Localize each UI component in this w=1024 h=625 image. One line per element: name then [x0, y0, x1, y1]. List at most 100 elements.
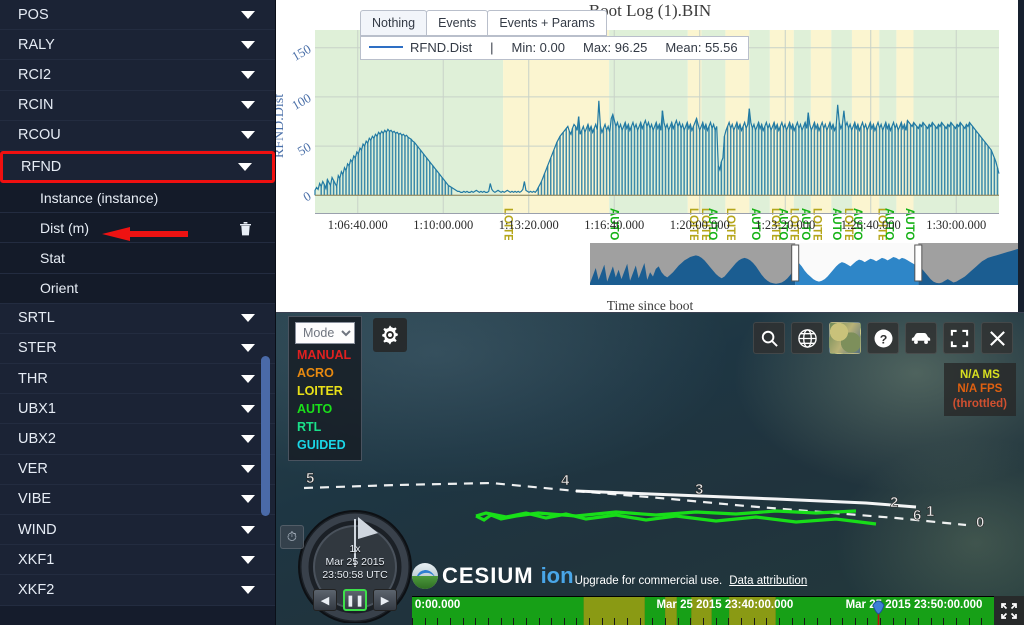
- x-axis-line: [315, 213, 999, 214]
- legend-line-swatch: [369, 46, 403, 48]
- chevron-down-icon[interactable]: [241, 11, 255, 19]
- chevron-down-icon[interactable]: [241, 495, 255, 503]
- chevron-down-icon[interactable]: [241, 131, 255, 139]
- legend-series-name: RFND.Dist: [410, 40, 472, 55]
- imagery-layer-icon[interactable]: [829, 322, 861, 354]
- sidebar-item-vibe[interactable]: VIBE: [0, 485, 275, 515]
- chevron-down-icon[interactable]: [241, 526, 255, 534]
- timeline-tick: [716, 618, 717, 625]
- sidebar-item-ver[interactable]: VER: [0, 455, 275, 485]
- cesium-map-panel[interactable]: 0123456 ModeMANUALACROLOITERAUTORTLGUIDE…: [276, 313, 1024, 625]
- mode-select[interactable]: ModeMANUALACROLOITERAUTORTLGUIDED: [295, 322, 355, 344]
- sidebar-item-label: XKF2: [18, 582, 54, 598]
- sidebar-item-label: Dist (m): [40, 220, 89, 236]
- timeline-tick: [539, 618, 540, 625]
- timeline-tick: [918, 618, 919, 625]
- play-reverse-button[interactable]: ◀: [313, 589, 337, 611]
- cesium-animation-clock[interactable]: 1x Mar 25 2015 23:50:58 UTC ◀ ❚❚ ▶: [296, 505, 414, 623]
- svg-text:?: ?: [879, 332, 887, 346]
- sidebar-item-thr[interactable]: THR: [0, 364, 275, 394]
- sidebar-item-xkf2[interactable]: XKF2: [0, 575, 275, 605]
- chevron-down-icon[interactable]: [241, 41, 255, 49]
- chevron-down-icon[interactable]: [238, 163, 252, 171]
- chevron-down-icon[interactable]: [241, 586, 255, 594]
- sidebar-item-label: STER: [18, 340, 57, 356]
- fullscreen-icon[interactable]: [943, 322, 975, 354]
- search-icon[interactable]: [753, 322, 785, 354]
- mode-legend-box[interactable]: ModeMANUALACROLOITERAUTORTLGUIDED MANUAL…: [288, 316, 362, 461]
- sidebar-item-rfnd[interactable]: RFND: [0, 151, 275, 183]
- close-icon[interactable]: [981, 322, 1013, 354]
- chevron-down-icon[interactable]: [241, 71, 255, 79]
- timeline-fullscreen-button[interactable]: [994, 596, 1024, 625]
- sidebar-item-raly[interactable]: RALY: [0, 30, 275, 60]
- chevron-down-icon[interactable]: [241, 375, 255, 383]
- chevron-down-icon[interactable]: [241, 435, 255, 443]
- legend-max: Max: 96.25: [583, 40, 647, 55]
- sidebar-scrollbar[interactable]: [261, 356, 270, 516]
- sidebar-item-stat[interactable]: Stat: [0, 243, 275, 273]
- timeline-tick: [905, 618, 906, 625]
- chevron-down-icon[interactable]: [241, 101, 255, 109]
- chart-range-selector[interactable]: [590, 243, 1024, 285]
- clock-date: Mar 25 2015: [296, 556, 414, 568]
- sidebar-item-orient[interactable]: Orient: [0, 274, 275, 304]
- event-display-tabs[interactable]: NothingEventsEvents + Params: [360, 10, 606, 36]
- waypoint-label-1: 1: [926, 503, 934, 520]
- pause-button[interactable]: ❚❚: [343, 589, 367, 611]
- data-attribution-link[interactable]: Data attribution: [729, 575, 807, 589]
- sidebar-item-instance-instance[interactable]: Instance (instance): [0, 183, 275, 213]
- chevron-down-icon[interactable]: [241, 314, 255, 322]
- timeline-tick: [475, 618, 476, 625]
- vehicle-icon[interactable]: [905, 322, 937, 354]
- sidebar-item-ster[interactable]: STER: [0, 334, 275, 364]
- perf-throttled: (throttled): [953, 397, 1007, 411]
- sidebar-item-label: Stat: [40, 250, 65, 266]
- telemetry-chart-panel: Boot Log (1).BIN NothingEventsEvents + P…: [276, 0, 1024, 313]
- chevron-down-icon[interactable]: [241, 405, 255, 413]
- sidebar-item-pos[interactable]: POS: [0, 0, 275, 30]
- trash-icon[interactable]: [239, 221, 251, 235]
- waypoint-label-4: 4: [561, 472, 570, 489]
- settings-gear-button[interactable]: [373, 318, 407, 352]
- cesium-timeline[interactable]: 0:00.000Mar 25 2015 23:40:00.000Mar 25 2…: [412, 596, 994, 625]
- timeline-playhead[interactable]: [872, 599, 885, 625]
- timeline-tick: [855, 618, 856, 625]
- timeline-tick: [640, 618, 641, 625]
- sidebar-item-wind[interactable]: WIND: [0, 515, 275, 545]
- waypoint-label-0: 0: [976, 514, 984, 531]
- globe-icon[interactable]: [791, 322, 823, 354]
- cesium-toolbar[interactable]: ?: [753, 322, 1013, 354]
- clock-toggle-icon[interactable]: ⏱: [280, 525, 304, 549]
- tab-events[interactable]: Events: [426, 10, 488, 36]
- cesium-credit[interactable]: CESIUM ion Upgrade for commercial use. D…: [412, 563, 807, 589]
- chevron-down-icon[interactable]: [241, 465, 255, 473]
- sidebar-item-label: WIND: [18, 522, 57, 538]
- cesium-product: ion: [541, 563, 574, 589]
- x-axis-title: Time since boot: [276, 298, 1024, 313]
- tab-nothing[interactable]: Nothing: [360, 10, 427, 36]
- timeline-tick: [576, 618, 577, 625]
- timeline-tick: [956, 618, 957, 625]
- sidebar-item-ubx2[interactable]: UBX2: [0, 424, 275, 454]
- sidebar-item-ubx1[interactable]: UBX1: [0, 394, 275, 424]
- clock-transport-controls[interactable]: ◀ ❚❚ ▶: [313, 589, 397, 611]
- help-icon[interactable]: ?: [867, 322, 899, 354]
- sidebar-item-xkf1[interactable]: XKF1: [0, 545, 275, 575]
- timeline-label: Mar 25 2015 23:50:00.000: [846, 599, 983, 611]
- sidebar-item-srtl[interactable]: SRTL: [0, 304, 275, 334]
- range-handle-left: [792, 245, 799, 281]
- sidebar-item-dist-m[interactable]: Dist (m): [0, 213, 275, 243]
- sidebar-item-rcin[interactable]: RCIN: [0, 91, 275, 121]
- perf-ms: N/A MS: [953, 368, 1007, 382]
- chevron-down-icon[interactable]: [241, 344, 255, 352]
- timeline-tick: [754, 618, 755, 625]
- sidebar-item-rcou[interactable]: RCOU: [0, 121, 275, 151]
- chevron-down-icon[interactable]: [241, 556, 255, 564]
- sidebar-item-rci2[interactable]: RCI2: [0, 60, 275, 90]
- timeline-tick: [450, 618, 451, 625]
- play-button[interactable]: ▶: [373, 589, 397, 611]
- waypoint-label-5: 5: [306, 470, 314, 487]
- log-field-sidebar[interactable]: POSRALYRCI2RCINRCOURFNDInstance (instanc…: [0, 0, 276, 625]
- tab-events-params[interactable]: Events + Params: [487, 10, 607, 36]
